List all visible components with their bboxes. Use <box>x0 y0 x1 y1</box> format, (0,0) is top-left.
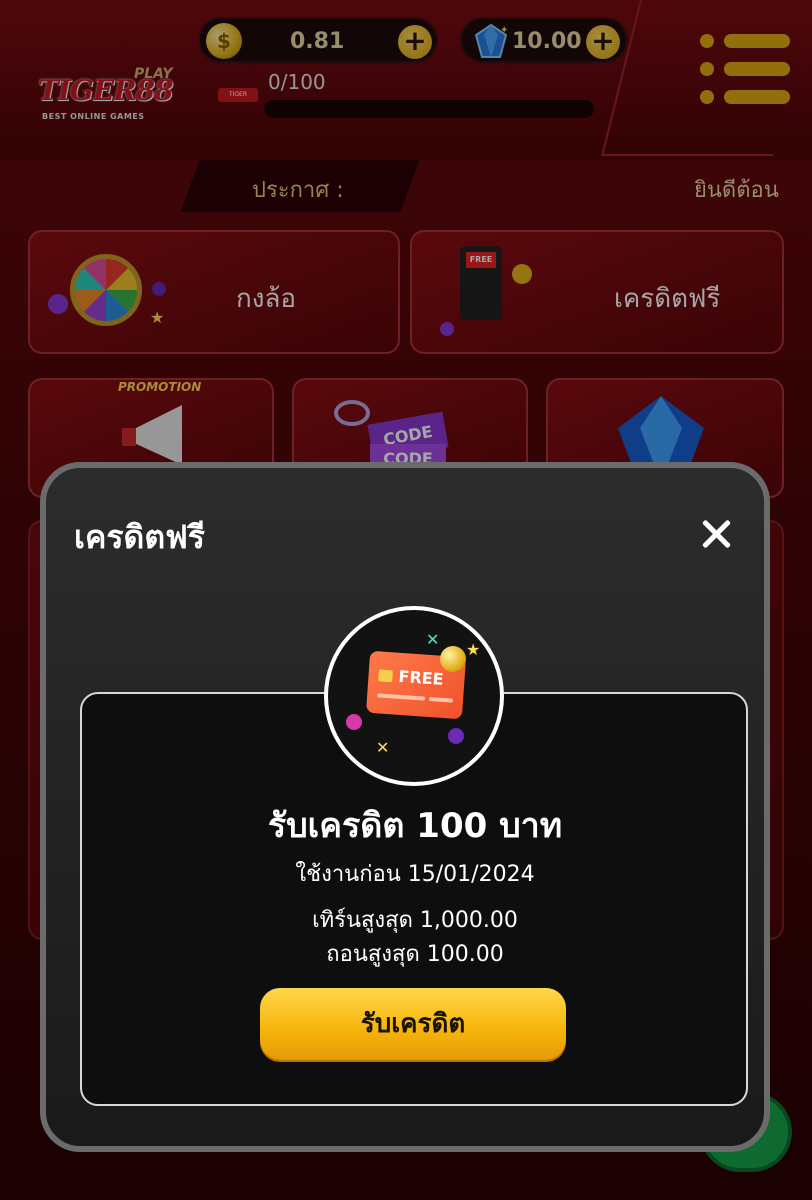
reward-max-withdraw: ถอนสูงสุด 100.00 <box>326 942 504 967</box>
claim-credit-button[interactable]: รับเครดิต <box>260 988 566 1060</box>
gold-coin-icon <box>440 646 466 672</box>
reward-title: รับเครดิต 100 บาท <box>267 806 563 846</box>
free-credit-modal: เครดิตฟรี FREE ✕ ✕ ★ รับเครดิต 100 บาท ใ… <box>40 462 770 1152</box>
credit-card-illustration: FREE ✕ ✕ ★ <box>324 606 504 786</box>
reward-turnover: เทิร์นสูงสุด 1,000.00 <box>312 908 518 933</box>
reward-expiry: ใช้งานก่อน 15/01/2024 <box>295 862 535 887</box>
modal-title: เครดิตฟรี <box>74 518 205 556</box>
close-icon[interactable] <box>698 516 734 552</box>
